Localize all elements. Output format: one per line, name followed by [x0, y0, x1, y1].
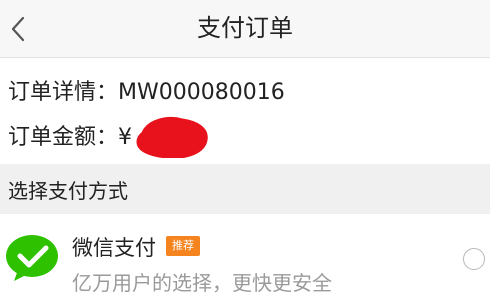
order-amount-value: ¥ [118, 125, 133, 150]
payment-name: 微信支付 [72, 236, 156, 260]
recommend-badge: 推荐 [166, 236, 200, 256]
payment-description: 亿万用户的选择，更快更安全 [72, 271, 332, 295]
nav-bar: 支付订单 [0, 0, 490, 58]
section-title: 选择支付方式 [8, 179, 128, 203]
order-detail-value: MW000080016 [118, 80, 285, 105]
page-title: 支付订单 [197, 14, 293, 42]
wechat-pay-icon [4, 234, 60, 282]
order-amount-row: 订单金额：¥ [8, 119, 132, 151]
payment-method-section-header: 选择支付方式 [0, 164, 490, 214]
order-detail-label: 订单详情： [8, 80, 119, 105]
redaction-scribble [136, 117, 208, 158]
order-detail-row: 订单详情：MW000080016 [8, 74, 285, 106]
payment-option-wechat[interactable]: 微信支付 推荐 亿万用户的选择，更快更安全 [0, 214, 490, 297]
payment-select-radio[interactable] [463, 248, 485, 270]
order-amount-label: 订单金额： [8, 125, 119, 150]
